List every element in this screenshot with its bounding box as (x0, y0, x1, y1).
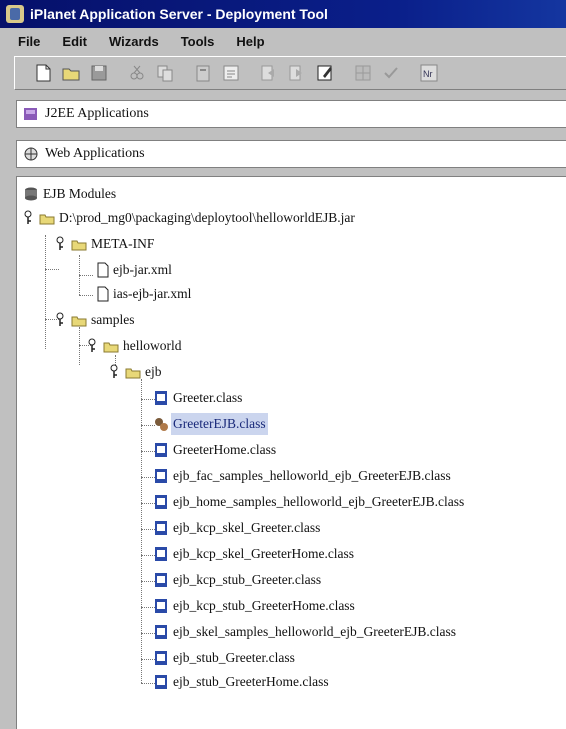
check-icon[interactable] (379, 61, 403, 85)
toolbar: Nr (14, 56, 566, 90)
tree-label: ejb_fac_samples_helloworld_ejb_GreeterEJ… (173, 468, 451, 483)
copy-icon[interactable] (153, 61, 177, 85)
menu-wizards[interactable]: Wizards (95, 34, 167, 49)
expanded-key-icon (88, 338, 96, 352)
web-applications-label: Web Applications (45, 146, 145, 161)
forward-icon[interactable] (285, 61, 309, 85)
database-icon (25, 187, 37, 201)
expanded-key-icon (56, 312, 64, 326)
tree-label: ejb_kcp_stub_Greeter.class (173, 572, 322, 587)
save-icon[interactable] (87, 61, 111, 85)
expanded-key-icon (56, 236, 64, 250)
class-file-icon (155, 521, 167, 535)
j2ee-applications-panel[interactable]: J2EE Applications (16, 100, 566, 128)
tree-label: ejb_skel_samples_helloworld_ejb_GreeterE… (173, 624, 457, 639)
web-applications-panel[interactable]: Web Applications (16, 140, 566, 168)
open-icon[interactable] (59, 61, 83, 85)
class-file-icon (155, 599, 167, 613)
menu-edit[interactable]: Edit (48, 34, 95, 49)
j2ee-icon (24, 108, 37, 120)
tree-label: ejb_kcp_stub_GreeterHome.class (173, 598, 355, 613)
edit-icon[interactable] (313, 61, 337, 85)
tree-label: META-INF (91, 236, 155, 251)
j2ee-applications-label: J2EE Applications (45, 106, 149, 121)
file-icon (97, 286, 109, 302)
window-title: iPlanet Application Server - Deployment … (30, 6, 328, 22)
tree-label: GreeterHome.class (173, 442, 277, 457)
compose-icon[interactable] (219, 61, 243, 85)
folder-open-icon (71, 240, 87, 251)
new-icon[interactable] (31, 61, 55, 85)
tree-label: ejb (145, 364, 162, 379)
tree-label: ejb_stub_Greeter.class (173, 650, 295, 665)
class-file-icon (155, 651, 167, 665)
deploy-icon[interactable]: Nr (417, 61, 441, 85)
class-file-icon (155, 547, 167, 561)
bean-icon (155, 418, 168, 431)
paste-icon[interactable] (191, 61, 215, 85)
tree-label: ejb_kcp_skel_Greeter.class (173, 520, 321, 535)
class-file-icon (155, 625, 167, 639)
folder-open-icon (103, 342, 119, 353)
tree-label: ejb-jar.xml (113, 262, 172, 277)
tree-label: GreeterEJB.class (171, 413, 268, 435)
tree-label: helloworld (123, 338, 182, 353)
folder-open-icon (125, 368, 141, 379)
tree-label: Greeter.class (173, 390, 243, 405)
tree-label: ejb_home_samples_helloworld_ejb_GreeterE… (173, 494, 465, 509)
window-title-bar[interactable]: iPlanet Application Server - Deployment … (0, 0, 566, 28)
expanded-key-icon (110, 364, 118, 378)
class-file-icon (155, 469, 167, 483)
grid-icon[interactable] (351, 61, 375, 85)
app-icon (6, 5, 24, 23)
folder-open-icon (39, 214, 55, 225)
tree-label: ejb_stub_GreeterHome.class (173, 674, 329, 689)
class-file-icon (155, 391, 167, 405)
menu-help[interactable]: Help (222, 34, 272, 49)
tree-label: ejb_kcp_skel_GreeterHome.class (173, 546, 355, 561)
tree-label: D:\prod_mg0\packaging\deploytool\hellowo… (59, 210, 355, 225)
class-file-icon (155, 495, 167, 509)
tree-label: EJB Modules (43, 186, 117, 201)
web-icon (24, 147, 38, 161)
svg-text:Nr: Nr (423, 69, 433, 79)
menu-tools[interactable]: Tools (167, 34, 223, 49)
file-icon (97, 262, 109, 278)
ejb-modules-tree: EJB Modules D:\prod_mg0\packaging\deploy… (16, 176, 566, 729)
menu-file[interactable]: File (0, 34, 48, 49)
tree-label: ias-ejb-jar.xml (113, 286, 192, 301)
cut-icon[interactable] (125, 61, 149, 85)
class-file-icon (155, 573, 167, 587)
folder-open-icon (71, 316, 87, 327)
tree-label: samples (91, 312, 135, 327)
expanded-key-icon (24, 210, 32, 224)
class-file-icon (155, 443, 167, 457)
class-file-icon (155, 675, 167, 689)
menu-bar: File Edit Wizards Tools Help (0, 28, 566, 54)
back-icon[interactable] (257, 61, 281, 85)
